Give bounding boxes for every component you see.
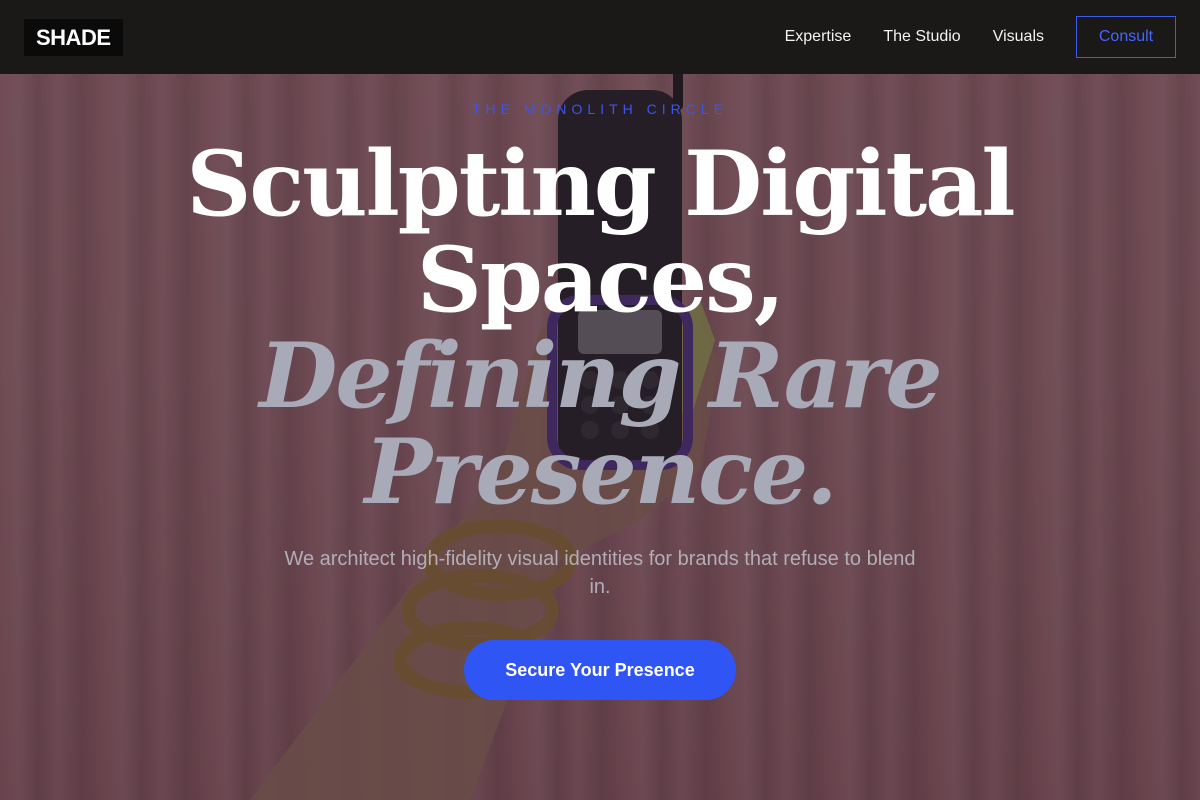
hero-eyebrow: THE MONOLITH CIRCLE	[471, 101, 728, 117]
consult-button[interactable]: Consult	[1076, 16, 1176, 58]
headline-line-4: Presence.	[364, 419, 837, 525]
hero-subtitle: We architect high-fidelity visual identi…	[284, 548, 916, 598]
nav-link-visuals[interactable]: Visuals	[993, 28, 1044, 46]
nav-link-the-studio[interactable]: The Studio	[883, 28, 960, 46]
headline-line-3: Defining Rare	[259, 323, 942, 429]
nav-link-expertise[interactable]: Expertise	[785, 28, 852, 46]
nav-links: Expertise The Studio Visuals Consult	[753, 16, 1176, 58]
top-navbar: SHADE Expertise The Studio Visuals Consu…	[0, 0, 1200, 74]
headline-line-2: Spaces,	[416, 227, 785, 333]
hero-headline: Sculpting Digital Spaces, Defining Rare …	[0, 136, 1200, 520]
headline-line-1: Sculpting Digital	[186, 131, 1015, 237]
hero-section: THE MONOLITH CIRCLE Sculpting Digital Sp…	[0, 74, 1200, 800]
brand-logo[interactable]: SHADE	[24, 18, 123, 56]
secure-your-presence-button[interactable]: Secure Your Presence	[464, 640, 736, 700]
